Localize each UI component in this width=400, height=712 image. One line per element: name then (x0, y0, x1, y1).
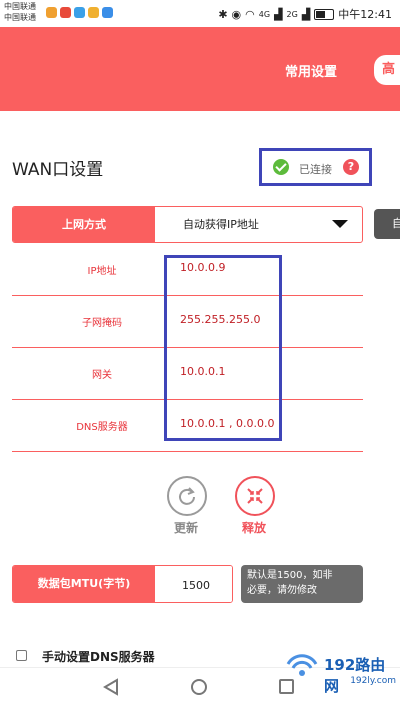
release-label[interactable]: 释放 (242, 519, 266, 536)
connection-type-value[interactable]: 自动获得IP地址 (183, 207, 259, 242)
signal-icon: ▟ (301, 7, 311, 21)
bluetooth-icon: ✱ (218, 7, 228, 21)
notification-icons (46, 7, 113, 18)
release-button[interactable] (235, 476, 275, 516)
network-type-2: 2G (286, 9, 298, 19)
watermark: 192路由网 192ly.com (284, 652, 396, 695)
carrier-label-2: 中国联通 (4, 13, 36, 22)
values-highlight-box (164, 255, 282, 441)
battery-icon (314, 8, 335, 20)
connection-type-select[interactable]: 上网方式 自动获得IP地址 (12, 206, 363, 243)
notification-app-icon (102, 7, 113, 18)
help-icon[interactable]: ? (343, 159, 359, 175)
manual-dns-checkbox[interactable] (16, 650, 27, 661)
mtu-field: 数据包MTU(字节) (12, 565, 233, 603)
notification-app-icon (60, 7, 71, 18)
refresh-label[interactable]: 更新 (174, 519, 198, 536)
watermark-url: 192ly.com (350, 676, 396, 686)
refresh-icon (179, 487, 195, 505)
refresh-button[interactable] (167, 476, 207, 516)
check-circle-icon (273, 159, 289, 175)
mtu-tip-line-1: 默认是1500，如非 (247, 570, 333, 581)
notification-app-icon (74, 7, 85, 18)
mtu-label: 数据包MTU(字节) (13, 566, 155, 602)
mtu-tip: 默认是1500，如非 必要，请勿修改 (241, 565, 363, 603)
connection-type-label: 上网方式 (13, 207, 155, 242)
connection-status-highlight: 已连接 ? (259, 148, 372, 186)
notification-app-icon (46, 7, 57, 18)
wifi-logo-icon (286, 654, 318, 676)
wifi-icon: ◠ (245, 7, 255, 21)
nav-common-settings[interactable]: 常用设置 (285, 61, 337, 80)
page-title: WAN口设置 (12, 160, 104, 180)
signal-icon: ▟ (274, 7, 283, 21)
back-icon[interactable] (103, 678, 119, 696)
app-header: 常用设置 高 (0, 27, 400, 111)
mtu-input[interactable] (155, 566, 232, 602)
connection-status-text: 已连接 (299, 163, 332, 176)
auto-side-button[interactable]: 自 (374, 209, 400, 239)
watermark-title: 192路由网 (324, 656, 386, 695)
status-indicators: ✱ ◉ ◠ 4G ▟ 2G ▟ 中午12:41 (218, 6, 392, 22)
release-icon (247, 488, 263, 504)
carrier-label-1: 中国联通 (4, 2, 36, 11)
nav-advanced-settings[interactable]: 高 (374, 55, 400, 85)
eye-icon: ◉ (231, 7, 242, 21)
manual-dns-label[interactable]: 手动设置DNS服务器 (42, 648, 155, 665)
status-bar: 中国联通 中国联通 ✱ ◉ ◠ 4G ▟ 2G ▟ 中午12:41 (0, 0, 400, 27)
home-icon[interactable] (191, 679, 207, 695)
mtu-tip-line-2: 必要，请勿修改 (247, 585, 317, 596)
chevron-down-icon[interactable] (332, 220, 348, 228)
notification-app-icon (88, 7, 99, 18)
network-type-1: 4G (258, 9, 271, 19)
clock: 中午12:41 (338, 8, 392, 21)
